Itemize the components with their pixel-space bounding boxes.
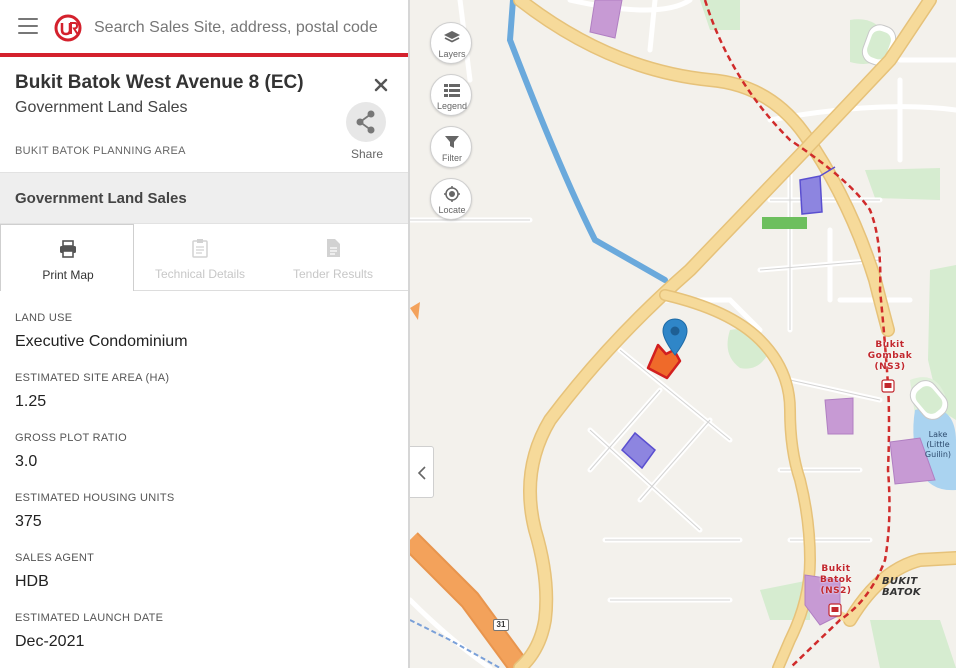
location-marker-icon[interactable] (662, 318, 688, 356)
technical-details-button[interactable]: Technical Details (133, 224, 267, 290)
road-number-shield: 31 (493, 619, 509, 631)
locate-icon (444, 186, 460, 202)
close-icon[interactable] (370, 74, 392, 96)
section-title: Government Land Sales (15, 190, 187, 207)
site-title: Bukit Batok West Avenue 8 (EC) (15, 72, 304, 93)
search-input[interactable] (94, 14, 384, 42)
action-tabs: Print Map Technical Details Tender Resul… (0, 224, 408, 291)
town-label: BUKIT BATOK (882, 576, 921, 598)
share-label: Share (350, 147, 384, 161)
station-label-line: Bukit (875, 340, 905, 350)
technical-details-label: Technical Details (154, 267, 246, 281)
detail-value: 3.0 (15, 453, 38, 470)
printer-icon (60, 240, 76, 258)
layers-icon (444, 31, 460, 43)
print-map-button[interactable]: Print Map (0, 224, 134, 291)
planning-area: BUKIT BATOK PLANNING AREA (15, 145, 186, 157)
legend-icon (444, 84, 460, 97)
hamburger-menu-icon[interactable] (18, 18, 38, 36)
share-button[interactable] (346, 102, 386, 142)
tender-results-button[interactable]: Tender Results (266, 224, 400, 290)
collapse-panel-button[interactable] (410, 446, 434, 498)
detail-label: GROSS PLOT RATIO (15, 432, 127, 444)
locate-label: Locate (438, 205, 466, 215)
station-label-line: Gombak (867, 351, 913, 361)
lake-label-line: (Little (926, 440, 950, 449)
station-label-line: (NS2) (820, 586, 852, 596)
detail-value: Executive Condominium (15, 333, 188, 350)
detail-label: ESTIMATED SITE AREA (HA) (15, 372, 170, 384)
ura-logo[interactable] (54, 14, 82, 42)
map-view[interactable]: Bukit Gombak (NS3) Bukit Batok (NS2) Lak… (410, 0, 956, 668)
detail-site-area: ESTIMATED SITE AREA (HA) 1.25 (15, 372, 395, 411)
layers-button[interactable]: Layers (430, 22, 472, 64)
site-subtitle: Government Land Sales (15, 99, 188, 116)
detail-sales-agent: SALES AGENT HDB (15, 552, 395, 591)
station-label-gombak: Bukit Gombak (NS3) (866, 340, 914, 373)
detail-panel: Bukit Batok West Avenue 8 (EC) Governmen… (0, 0, 410, 668)
lake-label: Lake (Little Guilin) (918, 430, 956, 460)
layers-label: Layers (438, 49, 466, 59)
station-label-line: Batok (820, 575, 852, 585)
detail-land-use: LAND USE Executive Condominium (15, 312, 395, 351)
locate-button[interactable]: Locate (430, 178, 472, 220)
tender-results-label: Tender Results (292, 267, 374, 281)
lake-label-line: Lake (928, 430, 948, 439)
clipboard-icon (192, 239, 208, 258)
legend-label: Legend (436, 101, 468, 111)
print-map-label: Print Map (42, 268, 94, 282)
detail-launch-date: ESTIMATED LAUNCH DATE Dec-2021 (15, 612, 395, 651)
detail-value: 375 (15, 513, 42, 530)
detail-value: HDB (15, 573, 49, 590)
section-header: Government Land Sales (0, 172, 408, 224)
detail-label: ESTIMATED LAUNCH DATE (15, 612, 164, 624)
filter-button[interactable]: Filter (430, 126, 472, 168)
filter-label: Filter (442, 153, 462, 163)
detail-value: 1.25 (15, 393, 47, 410)
station-label-line: Bukit (821, 564, 851, 574)
detail-label: SALES AGENT (15, 552, 95, 564)
document-icon (327, 239, 340, 257)
share-icon (356, 110, 375, 134)
lake-label-line: Guilin) (924, 450, 952, 459)
station-label-batok: Bukit Batok (NS2) (812, 564, 860, 597)
legend-button[interactable]: Legend (430, 74, 472, 116)
search-bar (0, 0, 408, 57)
detail-housing-units: ESTIMATED HOUSING UNITS 375 (15, 492, 395, 531)
detail-plot-ratio: GROSS PLOT RATIO 3.0 (15, 432, 395, 471)
detail-label: ESTIMATED HOUSING UNITS (15, 492, 175, 504)
chevron-left-icon (417, 466, 426, 480)
detail-value: Dec-2021 (15, 633, 85, 650)
station-label-line: (NS3) (874, 362, 906, 372)
detail-label: LAND USE (15, 312, 73, 324)
filter-icon (445, 136, 459, 148)
